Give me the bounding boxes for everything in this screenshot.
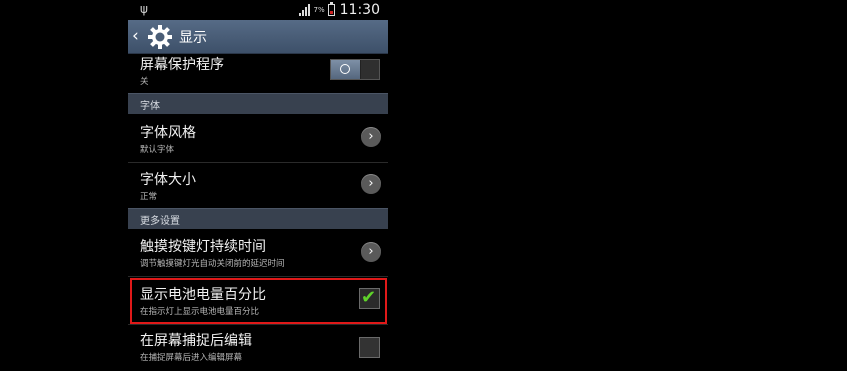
- divider: [128, 276, 388, 277]
- font-style-subtitle: 默认字体: [140, 145, 175, 155]
- battery-percent-subtitle: 在指示灯上显示电池电量百分比: [140, 307, 260, 317]
- divider: [128, 324, 388, 325]
- screen-capture-checkbox[interactable]: [359, 337, 380, 358]
- font-size-title: 字体大小: [140, 172, 196, 188]
- clock: 11:30: [339, 2, 380, 18]
- status-icons: 7% 11:30: [298, 1, 380, 19]
- chevron-left-icon[interactable]: ‹: [132, 27, 144, 45]
- key-light-subtitle: 调节触摸键灯光自动关闭前的延迟时间: [140, 259, 285, 269]
- divider: [128, 162, 388, 163]
- section-header-font: 字体: [128, 93, 388, 114]
- chevron-right-icon[interactable]: ›: [361, 174, 381, 194]
- section-label-more: 更多设置: [140, 216, 180, 227]
- key-light-title: 触摸按键灯持续时间: [140, 239, 266, 255]
- screensaver-title: 屏幕保护程序: [140, 57, 224, 73]
- checkmark-icon: ✔: [361, 287, 377, 308]
- chevron-right-icon[interactable]: ›: [361, 242, 381, 262]
- chevron-right-icon[interactable]: ›: [361, 127, 381, 147]
- toggle-knob: [331, 60, 361, 79]
- usb-icon: ψ: [140, 2, 148, 16]
- status-bar: ψ 7% 11:30: [128, 0, 388, 20]
- screensaver-toggle[interactable]: [330, 59, 380, 80]
- screen-capture-subtitle: 在捕捉屏幕后进入编辑屏幕: [140, 353, 243, 363]
- font-size-subtitle: 正常: [140, 192, 158, 202]
- page-title: 显示: [179, 30, 207, 46]
- battery-percent-title: 显示电池电量百分比: [140, 287, 266, 303]
- gear-icon[interactable]: [147, 24, 173, 50]
- screen-capture-title: 在屏幕捕捉后编辑: [140, 333, 252, 349]
- battery-percent-checkbox[interactable]: ✔: [359, 287, 380, 309]
- section-header-more: 更多设置: [128, 208, 388, 229]
- signal-icon: [298, 4, 311, 16]
- font-style-title: 字体风格: [140, 125, 196, 141]
- screensaver-subtitle: 关: [140, 77, 149, 87]
- action-bar: ‹ 显示: [128, 20, 388, 54]
- phone-screen: ψ 7% 11:30 ‹ 显示 屏幕保护程序 关 字体 字体风格 默认字体 › …: [128, 0, 388, 371]
- battery-low-icon: [327, 2, 335, 16]
- battery-percent: 7%: [313, 6, 325, 14]
- section-label-font: 字体: [140, 101, 160, 112]
